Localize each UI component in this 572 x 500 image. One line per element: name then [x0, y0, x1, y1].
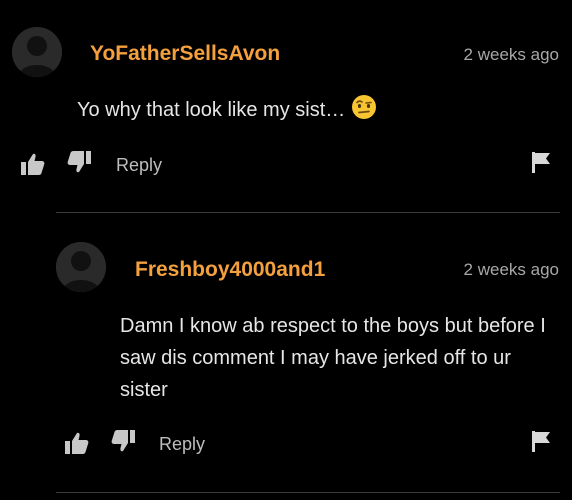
default-avatar-icon: [56, 242, 106, 292]
dislike-button[interactable]: [108, 427, 138, 455]
thumbs-down-icon: [111, 430, 135, 452]
thumbs-up-icon: [65, 432, 89, 454]
comment-2: Freshboy4000and1 2 weeks ago Damn I know…: [0, 0, 572, 500]
comment-text: Damn I know ab respect to the boys but b…: [120, 315, 546, 401]
comment-username[interactable]: Freshboy4000and1: [135, 258, 325, 282]
avatar[interactable]: [56, 242, 106, 292]
flag-icon: [532, 431, 550, 452]
comment-divider: [56, 492, 560, 493]
like-button[interactable]: [62, 429, 92, 457]
comment-timestamp: 2 weeks ago: [463, 260, 559, 279]
reply-button[interactable]: Reply: [159, 434, 205, 455]
report-flag-button[interactable]: [528, 427, 554, 455]
